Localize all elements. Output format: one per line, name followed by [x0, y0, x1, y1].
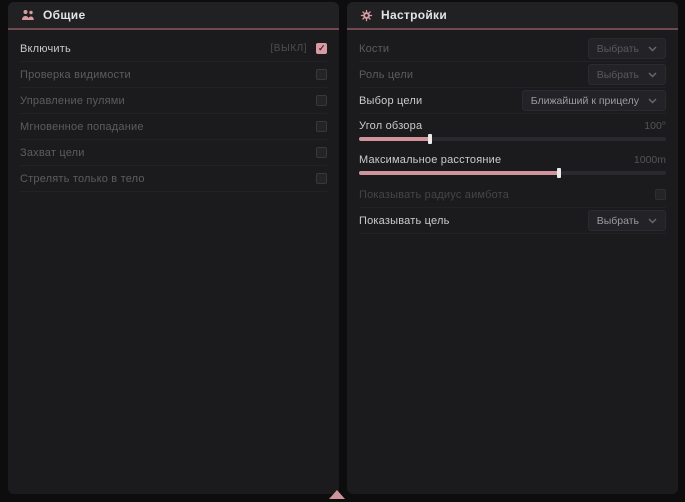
slider-handle[interactable]: [428, 134, 432, 144]
row-show-target: Показывать цель Выбрать: [359, 208, 666, 234]
target-lock-checkbox[interactable]: [316, 147, 327, 158]
max-distance-slider-block: Максимальное расстояние 1000m: [359, 148, 666, 182]
show-target-select[interactable]: Выбрать: [588, 210, 666, 231]
row-instant-hit[interactable]: Мгновенное попадание: [20, 114, 327, 140]
gear-icon: [360, 9, 373, 22]
row-label: Включить: [20, 43, 71, 55]
row-bullet-control[interactable]: Управление пулями: [20, 88, 327, 114]
body-only-checkbox[interactable]: [316, 173, 327, 184]
panel-title: Общие: [43, 8, 85, 22]
scroll-up-triangle-icon[interactable]: [329, 490, 345, 499]
fov-slider[interactable]: [359, 137, 666, 141]
settings-panel: Настройки Кости Выбрать Роль цели Выбрат…: [347, 2, 678, 494]
slider-label: Угол обзора: [359, 120, 422, 132]
chevron-down-icon: [648, 46, 657, 52]
select-value: Ближайший к прицелу: [531, 95, 639, 107]
chevron-down-icon: [648, 72, 657, 78]
slider-fill: [359, 137, 430, 141]
people-icon: [21, 9, 35, 21]
chevron-down-icon: [648, 218, 657, 224]
settings-panel-body: Кости Выбрать Роль цели Выбрать Выбор це…: [347, 30, 678, 234]
general-panel: Общие Включить [ВЫКЛ] Проверка видимости…: [8, 2, 339, 494]
select-value: Выбрать: [597, 69, 639, 81]
row-show-aimbot-radius[interactable]: Показывать радиус аимбота: [359, 182, 666, 208]
target-role-select[interactable]: Выбрать: [588, 64, 666, 85]
row-label: Стрелять только в тело: [20, 173, 145, 185]
target-selection-select[interactable]: Ближайший к прицелу: [522, 90, 666, 111]
row-label: Управление пулями: [20, 95, 125, 107]
max-distance-slider[interactable]: [359, 171, 666, 175]
row-target-role: Роль цели Выбрать: [359, 62, 666, 88]
row-target-lock[interactable]: Захват цели: [20, 140, 327, 166]
row-label: Захват цели: [20, 147, 85, 159]
slider-value: 1000m: [634, 154, 666, 166]
show-aimbot-radius-checkbox[interactable]: [655, 189, 666, 200]
slider-handle[interactable]: [557, 168, 561, 178]
chevron-down-icon: [648, 98, 657, 104]
visibility-check-checkbox[interactable]: [316, 69, 327, 80]
slider-fill: [359, 171, 559, 175]
fov-slider-block: Угол обзора 100°: [359, 114, 666, 148]
enable-checkbox[interactable]: [316, 43, 327, 54]
row-body-only[interactable]: Стрелять только в тело: [20, 166, 327, 192]
general-panel-body: Включить [ВЫКЛ] Проверка видимости Управ…: [8, 30, 339, 192]
instant-hit-checkbox[interactable]: [316, 121, 327, 132]
row-visibility-check[interactable]: Проверка видимости: [20, 62, 327, 88]
row-bones: Кости Выбрать: [359, 36, 666, 62]
row-label: Кости: [359, 43, 389, 55]
bullet-control-checkbox[interactable]: [316, 95, 327, 106]
row-target-selection: Выбор цели Ближайший к прицелу: [359, 88, 666, 114]
slider-value: 100°: [644, 120, 666, 132]
bones-select[interactable]: Выбрать: [588, 38, 666, 59]
row-label: Показывать цель: [359, 215, 450, 227]
row-label: Роль цели: [359, 69, 413, 81]
select-value: Выбрать: [597, 215, 639, 227]
settings-panel-header: Настройки: [347, 2, 678, 30]
keybind-label: [ВЫКЛ]: [271, 43, 307, 54]
row-enable[interactable]: Включить [ВЫКЛ]: [20, 36, 327, 62]
row-label: Мгновенное попадание: [20, 121, 144, 133]
panel-title: Настройки: [381, 8, 447, 22]
select-value: Выбрать: [597, 43, 639, 55]
slider-label: Максимальное расстояние: [359, 154, 501, 166]
row-label: Выбор цели: [359, 95, 422, 107]
general-panel-header: Общие: [8, 2, 339, 30]
row-label: Проверка видимости: [20, 69, 131, 81]
row-label: Показывать радиус аимбота: [359, 189, 509, 201]
